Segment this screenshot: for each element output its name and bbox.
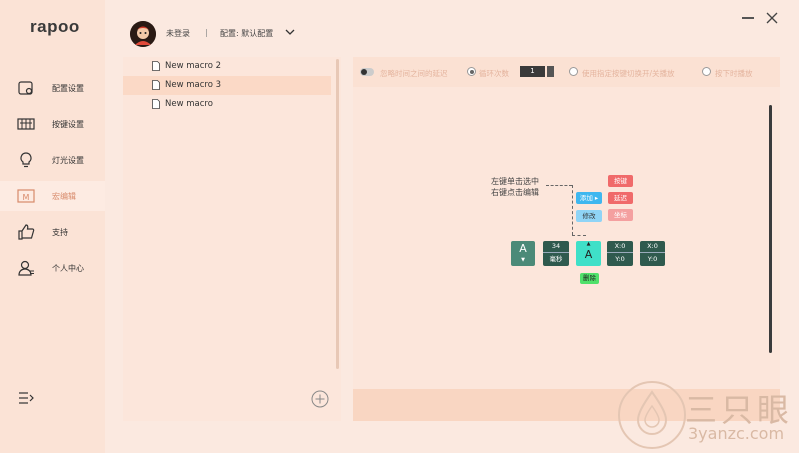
toggle-key-radio[interactable]	[569, 67, 578, 76]
macro-name: New macro 2	[165, 61, 222, 71]
hint-connector	[546, 185, 572, 186]
edit-chip[interactable]: 修改	[576, 210, 602, 222]
hold-play-radio[interactable]	[702, 67, 711, 76]
coord-y: Y:0	[615, 255, 625, 263]
sidebar-item-label: 按键设置	[52, 119, 84, 129]
sidebar-item-lighting[interactable]: 灯光设置	[0, 145, 105, 175]
macro-editor-panel: 忽略时间之间的延迟 循环次数 1 使用指定按键切换开/关播放 按下时播放	[353, 57, 780, 421]
add-chip[interactable]: 添加 ▸	[576, 192, 602, 204]
collapse-menu-icon[interactable]	[18, 390, 34, 406]
keyboard-icon	[17, 118, 35, 130]
sidebar-item-support[interactable]: 支持	[0, 217, 105, 247]
watermark-url: 3yanzc.com	[688, 424, 785, 443]
sidebar-item-profile[interactable]: 个人中心	[0, 253, 105, 283]
insert-key-chip[interactable]: 按键	[608, 175, 633, 187]
macro-list-item[interactable]: New macro 2	[123, 57, 331, 76]
sidebar-item-label: 支持	[52, 227, 68, 237]
rapoo-logo: rapoo	[30, 17, 80, 36]
macro-delay-block[interactable]: 34 毫秒	[543, 241, 569, 266]
svg-text:M: M	[23, 193, 30, 202]
hint-left-click: 左键单击选中	[491, 177, 539, 186]
key-label: A	[519, 242, 527, 255]
thumbs-up-icon	[18, 224, 35, 240]
hint-connector	[572, 185, 573, 235]
coord-x: X:0	[640, 241, 665, 253]
delete-chip[interactable]: 删除	[580, 273, 599, 284]
insert-coord-chip[interactable]: 坐标	[608, 209, 633, 221]
minimize-button[interactable]	[742, 17, 754, 19]
hint-right-click: 右键点击编辑	[491, 188, 539, 197]
editor-scrollbar[interactable]	[769, 105, 772, 353]
profile-selector[interactable]: 配置: 默认配置	[220, 28, 273, 39]
key-down-arrow-icon: ▼	[521, 257, 525, 263]
delay-value: 34	[543, 241, 569, 253]
ignore-delay-toggle[interactable]	[360, 68, 374, 76]
sidebar-item-label: 灯光设置	[52, 155, 84, 165]
close-icon[interactable]	[766, 12, 778, 24]
sidebar: rapoo 配置设置 按键设置 灯光设置 M 宏编辑 支持 个人中心	[0, 0, 105, 453]
macro-name: New macro	[165, 99, 213, 109]
hold-play-label: 按下时播放	[715, 69, 753, 78]
macro-key-block-selected[interactable]: ▲ A	[576, 241, 601, 266]
macro-coord-block[interactable]: X:0 Y:0	[640, 241, 665, 266]
ignore-delay-label: 忽略时间之间的延迟	[380, 69, 448, 78]
sidebar-item-label: 个人中心	[52, 263, 84, 273]
header-separator: |	[205, 28, 208, 37]
sidebar-item-macro[interactable]: M 宏编辑	[0, 181, 105, 211]
loop-label: 循环次数	[479, 69, 509, 78]
user-icon	[18, 260, 34, 276]
sidebar-item-config[interactable]: 配置设置	[0, 73, 105, 103]
avatar[interactable]	[130, 21, 156, 47]
key-label: A	[584, 248, 593, 261]
avatar-icon	[130, 21, 156, 47]
toggle-key-label: 使用指定按键切换开/关播放	[582, 69, 675, 78]
loop-count-stepper[interactable]	[547, 66, 554, 77]
delay-unit: 毫秒	[549, 255, 563, 263]
macro-name: New macro 3	[165, 80, 222, 90]
add-macro-button[interactable]	[311, 390, 329, 408]
macro-list-item[interactable]: New macro	[123, 95, 331, 114]
macro-list-item[interactable]: New macro 3	[123, 76, 331, 95]
insert-delay-chip[interactable]: 延迟	[608, 192, 633, 204]
chevron-down-icon[interactable]	[285, 27, 295, 37]
document-icon	[152, 80, 160, 90]
editor-toolbar: 忽略时间之间的延迟 循环次数 1 使用指定按键切换开/关播放 按下时播放	[353, 57, 780, 87]
macro-key-block[interactable]: A ▼	[511, 241, 535, 266]
macro-coord-block[interactable]: X:0 Y:0	[607, 241, 633, 266]
macro-icon: M	[17, 189, 35, 203]
document-icon	[152, 61, 160, 71]
coord-x: X:0	[607, 241, 633, 253]
macro-list-scrollbar[interactable]	[336, 59, 339, 369]
hint-connector	[572, 235, 586, 236]
user-name[interactable]: 未登录	[166, 28, 190, 39]
coord-y: Y:0	[647, 255, 658, 263]
sidebar-item-label: 配置设置	[52, 83, 84, 93]
sidebar-item-label: 宏编辑	[52, 191, 76, 201]
sidebar-item-keys[interactable]: 按键设置	[0, 109, 105, 139]
config-icon	[18, 81, 33, 95]
macro-list-panel: New macro 2 New macro 3 New macro	[123, 57, 341, 421]
loop-count-input[interactable]: 1	[520, 66, 545, 77]
document-icon	[152, 99, 160, 109]
loop-radio[interactable]	[467, 67, 476, 76]
lightbulb-icon	[20, 152, 32, 168]
